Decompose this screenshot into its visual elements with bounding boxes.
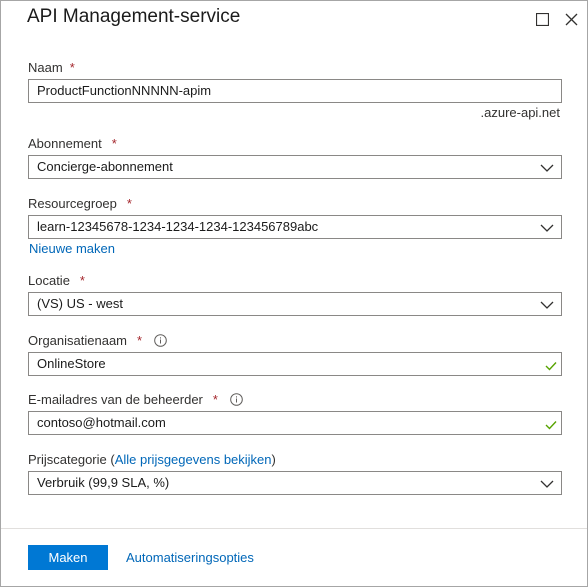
- automation-options-link[interactable]: Automatiseringsopties: [126, 550, 254, 565]
- org-name-input[interactable]: OnlineStore: [28, 352, 562, 376]
- chevron-down-icon: [540, 477, 554, 492]
- org-name-label: Organisatienaam *: [28, 333, 167, 348]
- resource-group-label-text: Resourcegroep: [28, 196, 117, 211]
- name-input[interactable]: ProductFunctionNNNNN-apim: [28, 79, 562, 103]
- api-management-panel: API Management-service Naam * ProductFunc…: [0, 0, 588, 587]
- admin-email-input-value: contoso@hotmail.com: [37, 415, 166, 430]
- required-marker: *: [126, 196, 132, 211]
- admin-email-label-text: E-mailadres van de beheerder: [28, 392, 203, 407]
- required-marker: *: [111, 136, 117, 151]
- resource-group-select[interactable]: learn-12345678-1234-1234-1234-123456789a…: [28, 215, 562, 239]
- location-label-text: Locatie: [28, 273, 70, 288]
- location-select-value: (VS) US - west: [37, 296, 123, 311]
- name-domain-suffix: .azure-api.net: [480, 105, 561, 120]
- checkmark-icon: [545, 418, 557, 433]
- chevron-down-icon: [540, 298, 554, 313]
- view-pricing-link[interactable]: Alle prijsgegevens bekijken: [115, 452, 272, 467]
- admin-email-input[interactable]: contoso@hotmail.com: [28, 411, 562, 435]
- subscription-select[interactable]: Concierge-abonnement: [28, 155, 562, 179]
- create-new-resource-group-link[interactable]: Nieuwe maken: [29, 241, 115, 256]
- required-marker: *: [137, 333, 143, 348]
- panel-title: API Management-service: [27, 6, 241, 27]
- pricing-tier-select-value: Verbruik (99,9 SLA, %): [37, 475, 170, 490]
- name-input-value: ProductFunctionNNNNN-apim: [37, 83, 212, 98]
- location-select[interactable]: (VS) US - west: [28, 292, 562, 316]
- pricing-tier-select[interactable]: Verbruik (99,9 SLA, %): [28, 471, 562, 495]
- maximize-icon[interactable]: [533, 10, 551, 28]
- pricing-label-suffix: ): [271, 452, 276, 467]
- footer-divider: [1, 528, 587, 529]
- location-label: Locatie *: [28, 273, 85, 288]
- admin-email-label: E-mailadres van de beheerder *: [28, 392, 243, 407]
- create-button[interactable]: Maken: [28, 545, 108, 570]
- pricing-label-text: Prijscategorie (: [28, 452, 115, 467]
- resource-group-select-value: learn-12345678-1234-1234-1234-123456789a…: [37, 219, 319, 234]
- subscription-label: Abonnement *: [28, 136, 117, 151]
- required-marker: *: [79, 273, 85, 288]
- pricing-label: Prijscategorie (Alle prijsgegevens bekij…: [28, 452, 276, 467]
- name-label-text: Naam: [28, 60, 63, 75]
- chevron-down-icon: [540, 161, 554, 176]
- chevron-down-icon: [540, 221, 554, 236]
- info-icon[interactable]: [154, 334, 167, 347]
- subscription-label-text: Abonnement: [28, 136, 102, 151]
- checkmark-icon: [545, 359, 557, 374]
- name-label: Naam *: [28, 60, 75, 75]
- info-icon[interactable]: [230, 393, 243, 406]
- org-name-label-text: Organisatienaam: [28, 333, 127, 348]
- required-marker: *: [69, 60, 75, 75]
- org-name-input-value: OnlineStore: [37, 356, 106, 371]
- resource-group-label: Resourcegroep *: [28, 196, 132, 211]
- subscription-select-value: Concierge-abonnement: [37, 159, 173, 174]
- required-marker: *: [212, 392, 218, 407]
- close-icon[interactable]: [562, 10, 580, 28]
